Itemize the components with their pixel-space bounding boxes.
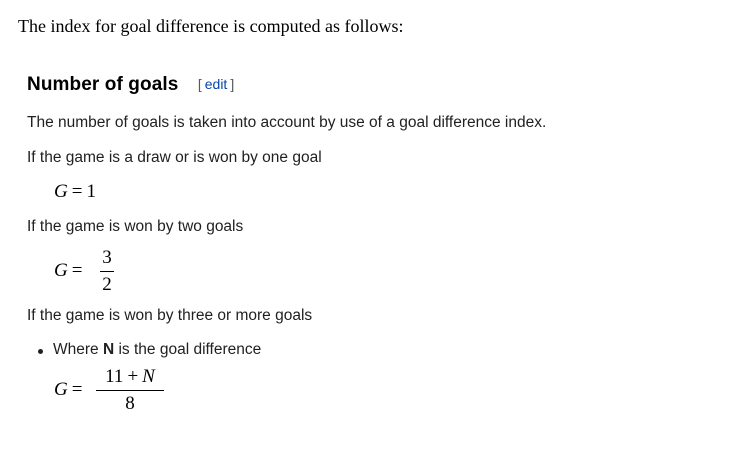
formula-two-goals-lhs: G bbox=[54, 260, 68, 281]
formula-three-goals-lhs: G bbox=[54, 379, 68, 400]
edit-bracket-close: ] bbox=[230, 76, 235, 92]
numerator-plus: + bbox=[127, 366, 139, 387]
formula-three-goals-lhs-group: G = bbox=[54, 379, 86, 401]
formula-draw-equals: = bbox=[71, 181, 83, 202]
fraction-denominator: 2 bbox=[102, 274, 112, 295]
intro-text: The index for goal difference is compute… bbox=[18, 16, 404, 36]
numerator-variable: N bbox=[142, 366, 155, 387]
fraction-bar bbox=[96, 390, 164, 391]
paragraph-goal-index: The number of goals is taken into accoun… bbox=[27, 114, 547, 131]
paragraph-two-goals: If the game is won by two goals bbox=[27, 218, 244, 235]
paragraph-draw-or-one-goal: If the game is a draw or is won by one g… bbox=[27, 149, 322, 166]
bullet-prefix: Where bbox=[53, 341, 99, 358]
bullet-icon bbox=[38, 349, 43, 354]
edit-link[interactable]: edit bbox=[205, 76, 228, 92]
edit-bracket-open: [ bbox=[197, 76, 202, 92]
formula-draw-rhs: 1 bbox=[86, 181, 96, 202]
section-heading-row: Number of goals [edit] bbox=[27, 74, 237, 96]
paragraph-three-or-more-goals: If the game is won by three or more goal… bbox=[27, 307, 313, 324]
bullet-variable: N bbox=[102, 341, 115, 358]
bullet-suffix: is the goal difference bbox=[118, 341, 262, 358]
formula-two-goals-equals: = bbox=[71, 260, 83, 281]
formula-three-goals-equals: = bbox=[71, 379, 83, 400]
bullet-goal-difference: Where N is the goal difference bbox=[53, 341, 261, 359]
fraction-numerator: 11 + N bbox=[96, 366, 164, 388]
edit-section: [edit] bbox=[195, 76, 237, 92]
formula-two-goals-lhs-group: G = bbox=[54, 260, 86, 282]
fraction-denominator: 8 bbox=[125, 393, 135, 414]
formula-three-goals-fraction: 11 + N 8 bbox=[96, 366, 164, 415]
formula-draw: G = 1 bbox=[54, 181, 96, 203]
fraction-numerator: 3 bbox=[102, 247, 112, 268]
fraction-bar bbox=[100, 271, 114, 272]
section-title: Number of goals bbox=[27, 74, 179, 95]
formula-two-goals-fraction: 3 2 bbox=[100, 247, 114, 296]
numerator-constant: 11 bbox=[105, 366, 124, 387]
formula-draw-lhs: G bbox=[54, 181, 68, 202]
